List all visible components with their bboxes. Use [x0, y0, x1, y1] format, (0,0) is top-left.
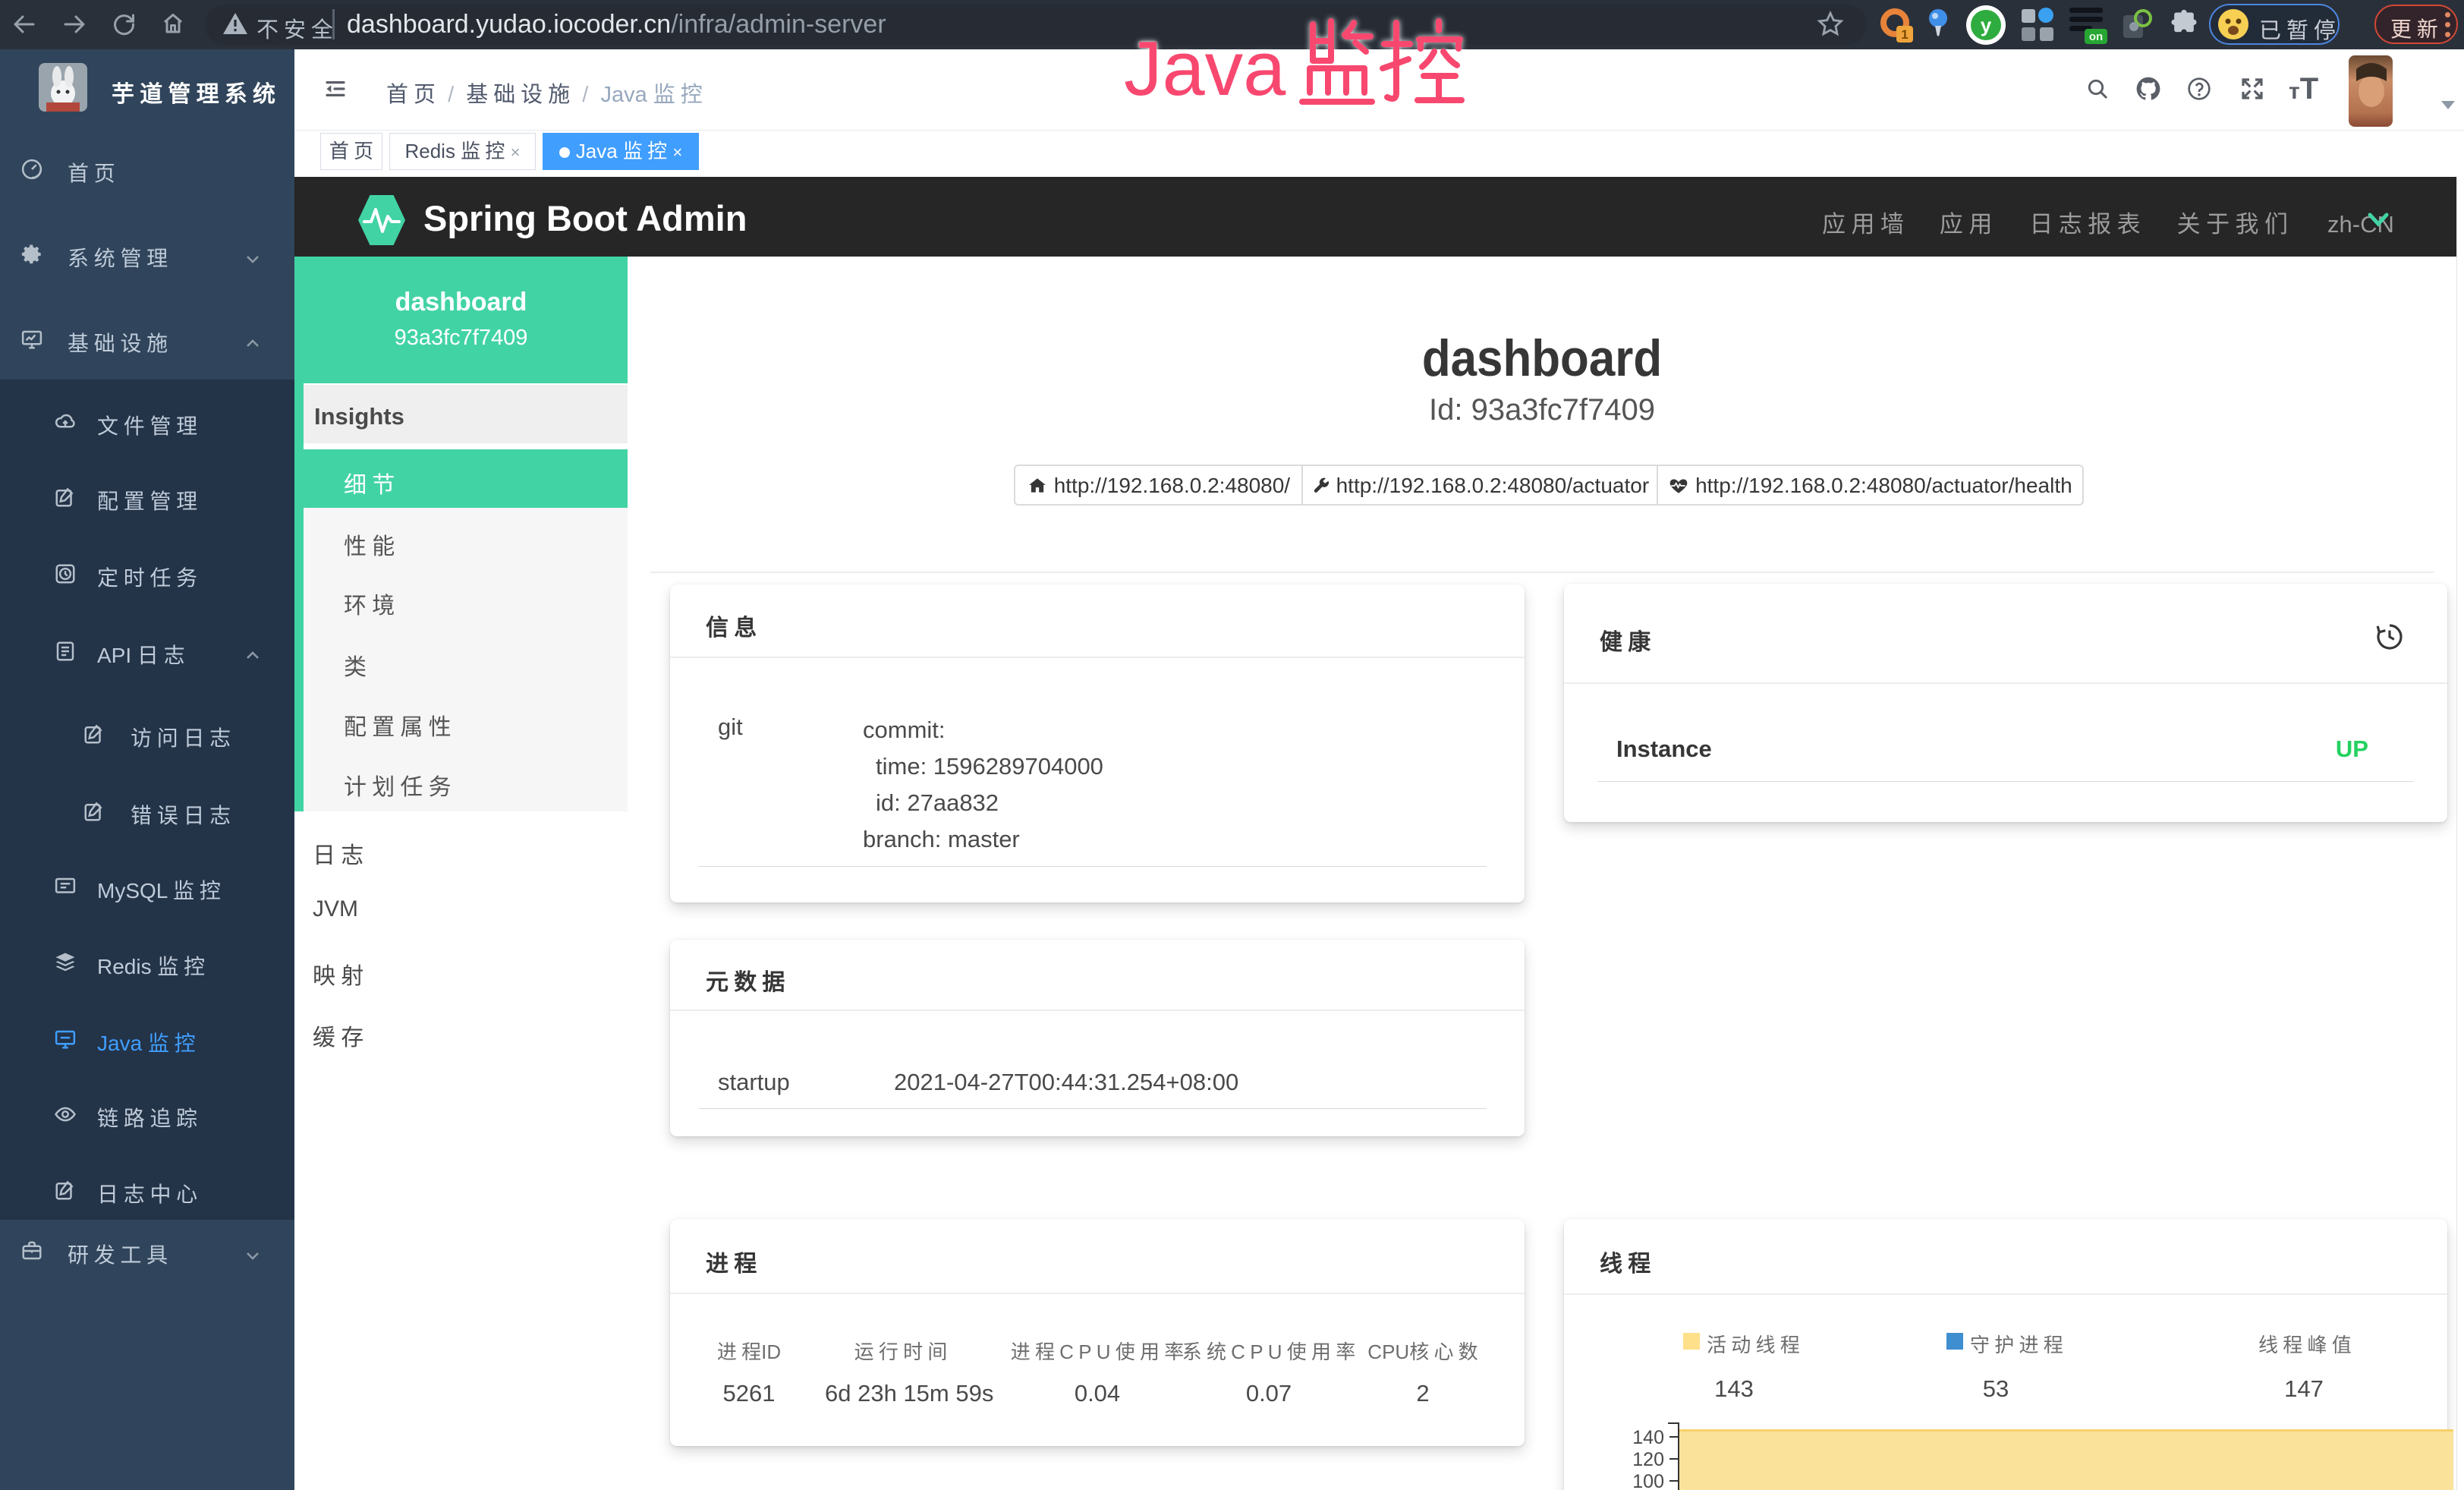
svg-text:on: on [2089, 30, 2103, 43]
svg-text:1: 1 [1901, 27, 1908, 42]
svg-text:y: y [1981, 14, 1992, 36]
